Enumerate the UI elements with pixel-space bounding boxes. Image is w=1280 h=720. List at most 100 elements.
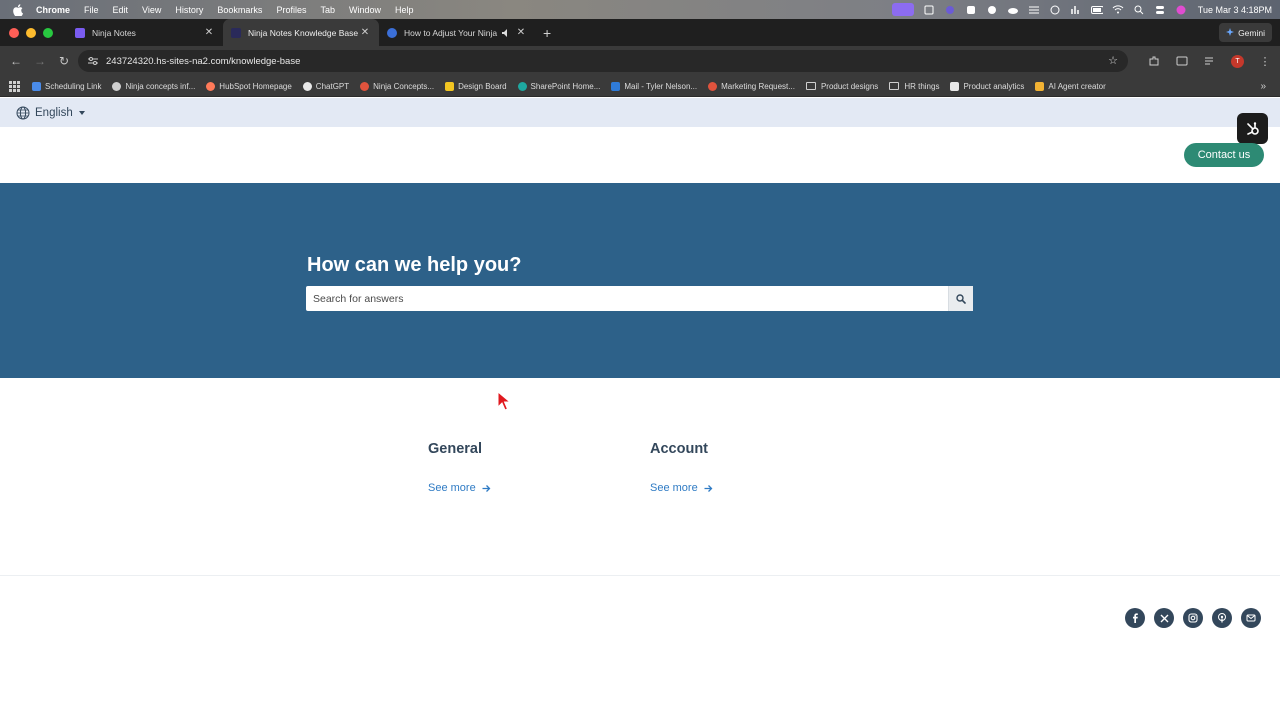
bookmark-product-analytics[interactable]: Product analytics	[950, 81, 1025, 91]
tab-how-to-adjust[interactable]: How to Adjust Your Ninja ✕	[379, 19, 535, 46]
search-button[interactable]	[948, 286, 973, 311]
bookmark-ninja-concepts-inf[interactable]: Ninja concepts inf...	[112, 81, 195, 91]
outlook-icon	[611, 81, 621, 91]
search-input[interactable]	[306, 286, 948, 311]
menu-edit[interactable]: Edit	[113, 5, 129, 15]
menu-profiles[interactable]: Profiles	[276, 5, 306, 15]
menu-bookmarks[interactable]: Bookmarks	[217, 5, 262, 15]
instagram-icon[interactable]	[1183, 608, 1203, 628]
audio-playing-icon[interactable]	[501, 28, 511, 38]
bookmark-chatgpt[interactable]: ChatGPT	[302, 81, 349, 91]
bookmark-label: HubSpot Homepage	[219, 81, 292, 91]
bookmark-label: Mail - Tyler Nelson...	[624, 81, 698, 91]
tab-close-icon[interactable]: ✕	[359, 27, 371, 38]
language-selector[interactable]: English	[35, 107, 73, 119]
contact-us-button[interactable]: Contact us	[1184, 143, 1264, 167]
gemini-button[interactable]: Gemini	[1219, 23, 1272, 42]
reload-button[interactable]: ↻	[52, 54, 76, 68]
wifi-icon[interactable]	[1112, 5, 1124, 15]
chatgpt-icon	[302, 81, 312, 91]
see-more-link[interactable]: See more	[428, 482, 491, 494]
reading-list-icon[interactable]	[1203, 54, 1217, 68]
search-box	[306, 286, 973, 311]
arrow-right-icon	[482, 484, 491, 492]
extensions-icon[interactable]	[1147, 54, 1161, 68]
siri-icon[interactable]	[1175, 5, 1187, 15]
apps-grid-icon[interactable]	[9, 80, 20, 92]
evernote-icon[interactable]	[986, 5, 998, 15]
facebook-icon[interactable]	[1125, 608, 1145, 628]
back-button[interactable]: ←	[4, 54, 28, 68]
chevron-down-icon[interactable]	[78, 110, 85, 115]
cloud-icon[interactable]	[1007, 5, 1019, 15]
bookmark-ai-agent-creator[interactable]: AI Agent creator	[1035, 81, 1106, 91]
browser-toolbar: ← → ↻ 243724320.hs-sites-na2.com/knowled…	[0, 46, 1280, 76]
bookmark-design-board[interactable]: Design Board	[445, 81, 507, 91]
minimize-window-button[interactable]	[26, 27, 36, 38]
control-center-icon[interactable]	[1154, 5, 1166, 15]
gemini-sparkle-icon	[1226, 27, 1235, 38]
address-bar[interactable]: 243724320.hs-sites-na2.com/knowledge-bas…	[78, 50, 1128, 72]
media-icon[interactable]	[1049, 5, 1061, 15]
app-tray-icon[interactable]	[944, 5, 956, 15]
bookmark-mail[interactable]: Mail - Tyler Nelson...	[611, 81, 698, 91]
category-account: Account See more	[650, 441, 713, 494]
bookmark-folder-hr-things[interactable]: HR things	[889, 82, 939, 91]
menu-window[interactable]: Window	[349, 5, 381, 15]
menu-file[interactable]: File	[84, 5, 99, 15]
menu-extras-icon[interactable]	[1028, 5, 1040, 15]
knowledge-base-favicon-icon	[231, 27, 241, 38]
menu-clock[interactable]: Tue Mar 3 4:18PM	[1198, 5, 1272, 15]
see-more-link[interactable]: See more	[650, 482, 713, 494]
x-icon[interactable]	[1154, 608, 1174, 628]
sharepoint-icon	[517, 81, 527, 91]
bookmark-scheduling-link[interactable]: Scheduling Link	[32, 81, 101, 91]
email-icon[interactable]	[1241, 608, 1261, 628]
calendar-icon	[32, 81, 41, 91]
language-bar: English	[0, 98, 1280, 127]
clipboard-icon[interactable]	[923, 5, 935, 15]
bookmark-marketing-request[interactable]: Marketing Request...	[708, 81, 795, 91]
more-menu-icon[interactable]: ⋮	[1258, 54, 1272, 68]
menu-history[interactable]: History	[175, 5, 203, 15]
globe-icon[interactable]	[16, 106, 30, 120]
menu-help[interactable]: Help	[395, 5, 414, 15]
more-bookmarks-icon[interactable]: »	[1260, 81, 1266, 92]
tab-close-icon[interactable]: ✕	[515, 27, 527, 38]
profile-avatar[interactable]: T	[1231, 54, 1244, 68]
bookmark-folder-product-designs[interactable]: Product designs	[805, 82, 878, 91]
bookmark-label: Product analytics	[963, 81, 1025, 91]
screenshot-icon[interactable]	[965, 5, 977, 15]
bookmark-label: Marketing Request...	[721, 81, 795, 91]
tab-close-icon[interactable]: ✕	[203, 27, 215, 38]
site-info-icon[interactable]	[88, 56, 98, 66]
battery-icon[interactable]	[1090, 5, 1103, 15]
apple-icon[interactable]	[12, 3, 24, 16]
menu-view[interactable]: View	[142, 5, 161, 15]
hubspot-sprocket-button[interactable]	[1237, 113, 1268, 144]
podcast-icon[interactable]	[1212, 608, 1232, 628]
how-to-favicon-icon	[387, 27, 397, 38]
zoom-window-button[interactable]	[43, 27, 53, 38]
tab-knowledge-base[interactable]: Ninja Notes Knowledge Base ✕	[223, 19, 379, 46]
menu-app-name[interactable]: Chrome	[36, 5, 70, 15]
forward-button[interactable]: →	[28, 54, 52, 68]
bookmark-hubspot-homepage[interactable]: HubSpot Homepage	[206, 81, 292, 91]
menu-tab[interactable]: Tab	[320, 5, 335, 15]
footer-divider	[0, 575, 1280, 576]
tab-search-icon[interactable]	[1175, 54, 1189, 68]
close-window-button[interactable]	[9, 27, 19, 38]
bookmark-sharepoint-home[interactable]: SharePoint Home...	[517, 81, 600, 91]
spotlight-icon[interactable]	[1133, 5, 1145, 15]
equalizer-icon[interactable]	[1070, 5, 1082, 15]
new-tab-button[interactable]: +	[543, 25, 551, 41]
tab-ninja-notes[interactable]: Ninja Notes ✕	[67, 19, 223, 46]
knowledge-base-page: English Contact us How can we help you? …	[0, 98, 1280, 720]
bookmark-ninja-concepts[interactable]: Ninja Concepts...	[360, 81, 434, 91]
screen-record-icon[interactable]	[891, 3, 914, 16]
see-more-label: See more	[428, 482, 476, 494]
folder-icon	[805, 82, 816, 90]
hero-title: How can we help you?	[307, 254, 522, 276]
bookmark-star-icon[interactable]: ☆	[1108, 54, 1118, 67]
category-general: General See more	[428, 441, 491, 494]
